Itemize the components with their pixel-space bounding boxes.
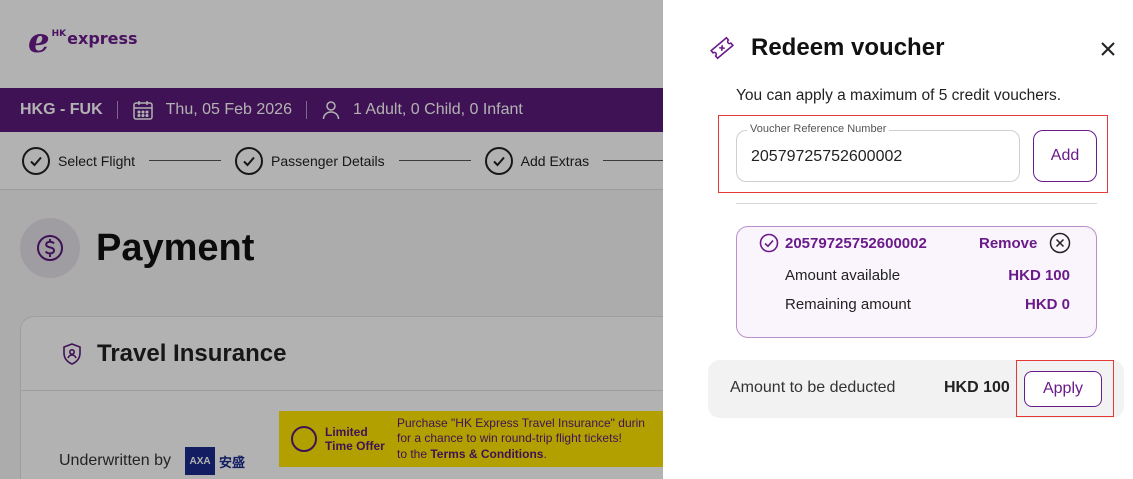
add-voucher-button[interactable]: Add <box>1033 130 1097 182</box>
amount-available-value: HKD 100 <box>1008 266 1070 284</box>
close-icon[interactable] <box>1097 38 1119 60</box>
deduct-label: Amount to be deducted <box>730 379 896 396</box>
voucher-input-label: Voucher Reference Number <box>747 123 890 135</box>
voucher-code: 20579725752600002 <box>785 234 927 252</box>
divider <box>736 203 1097 204</box>
remove-voucher-link[interactable]: Remove <box>979 235 1037 252</box>
drawer-header: Redeem voucher <box>709 34 944 62</box>
apply-button[interactable]: Apply <box>1024 371 1102 407</box>
drawer-title: Redeem voucher <box>751 34 945 61</box>
voucher-reference-input[interactable] <box>751 145 1007 169</box>
voucher-ticket-icon <box>709 36 735 60</box>
redeem-voucher-drawer: Redeem voucher You can apply a maximum o… <box>663 0 1133 479</box>
check-circle-icon <box>759 233 779 253</box>
deduction-summary-bar: Amount to be deducted HKD 100 Apply <box>708 360 1124 418</box>
remove-circle-x-icon[interactable] <box>1049 232 1071 254</box>
remaining-amount-label: Remaining amount <box>785 295 911 313</box>
remaining-amount-value: HKD 0 <box>1024 295 1070 313</box>
amount-available-label: Amount available <box>785 266 901 284</box>
voucher-limit-note: You can apply a maximum of 5 credit vouc… <box>736 87 1062 104</box>
deduct-value: HKD 100 <box>944 379 1010 396</box>
voucher-reference-field: Voucher Reference Number <box>736 123 1020 182</box>
applied-voucher-card: 20579725752600002 Remove Amount availabl… <box>736 226 1097 338</box>
